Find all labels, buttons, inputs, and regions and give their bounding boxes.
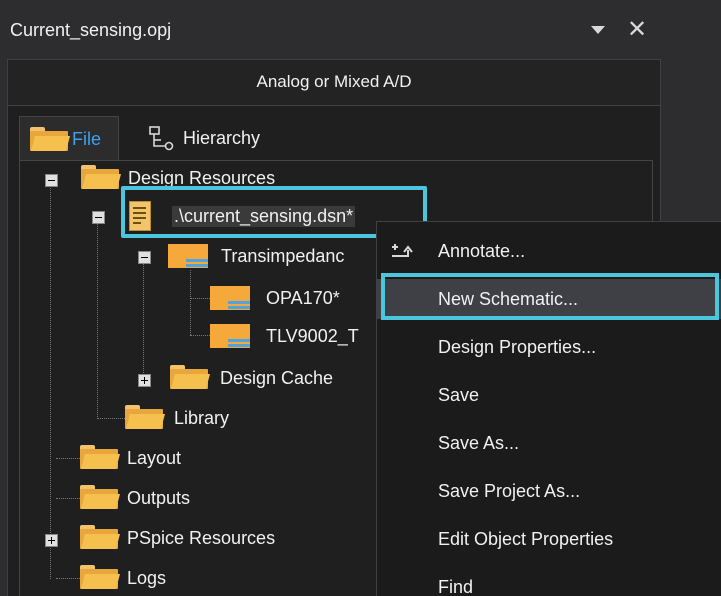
menu-item-edit-object-properties[interactable]: Edit Object Properties	[377, 519, 721, 559]
folder-icon	[30, 127, 71, 151]
tree-line	[190, 270, 191, 335]
tree-line	[97, 216, 98, 419]
tree-item-label: PSpice Resources	[127, 528, 276, 548]
schematic-page-icon	[210, 286, 250, 310]
tree-item-label: Layout	[127, 448, 182, 468]
chevron-down-icon[interactable]	[591, 26, 605, 34]
folder-icon	[81, 165, 122, 189]
menu-item-label: Save As...	[438, 433, 520, 453]
folder-icon	[125, 405, 166, 429]
folder-icon	[170, 365, 211, 389]
tab-hierarchy-label: Hierarchy	[183, 128, 261, 148]
tree-item-label: Design Cache	[220, 368, 334, 388]
panel-header: Analog or Mixed A/D	[8, 60, 660, 106]
menu-item-save-as[interactable]: Save As...	[377, 423, 721, 463]
hierarchy-icon	[149, 126, 174, 151]
close-icon[interactable]: ✕	[627, 15, 647, 44]
tree-line	[56, 498, 82, 499]
tree-item-label: Outputs	[127, 488, 191, 508]
menu-item-label: Save	[438, 385, 480, 405]
tree-line	[190, 298, 210, 299]
tab-file[interactable]: File	[19, 116, 119, 161]
menu-item-find[interactable]: Find	[377, 567, 721, 596]
collapse-icon[interactable]	[45, 174, 58, 187]
folder-icon	[80, 565, 121, 589]
tree-item-label: Library	[174, 408, 230, 428]
collapse-icon[interactable]	[92, 211, 105, 224]
folder-icon	[80, 445, 121, 469]
panel-header-label: Analog or Mixed A/D	[256, 72, 412, 91]
folder-icon	[80, 525, 121, 549]
folder-icon	[80, 485, 121, 509]
tree-item-label: Logs	[127, 568, 167, 588]
menu-item-label: Annotate...	[438, 241, 526, 261]
menu-item-label: Save Project As...	[438, 481, 581, 501]
tab-file-label: File	[72, 129, 102, 149]
tree-line	[56, 578, 82, 579]
expand-icon[interactable]	[45, 534, 58, 547]
tree-item-label: Transimpedanc	[221, 246, 345, 266]
tree-line	[50, 186, 51, 579]
annotate-icon	[392, 244, 413, 257]
menu-item-design-properties[interactable]: Design Properties...	[377, 327, 721, 367]
tree-item-label: TLV9002_T	[266, 326, 359, 346]
collapse-icon[interactable]	[138, 251, 151, 264]
menu-item-save[interactable]: Save	[377, 375, 721, 415]
menu-item-label: Find	[438, 577, 474, 596]
tree-line	[97, 418, 125, 419]
menu-item-save-project-as[interactable]: Save Project As...	[377, 471, 721, 511]
selection-highlight-frame	[381, 273, 719, 320]
tab-hierarchy[interactable]: Hierarchy	[137, 116, 297, 160]
tree-item-label: OPA170*	[266, 288, 340, 308]
menu-item-label: Edit Object Properties	[438, 529, 614, 549]
schematic-folder-icon	[168, 244, 208, 268]
menu-item-annotate[interactable]: Annotate...	[377, 231, 721, 271]
tree-line	[56, 458, 82, 459]
expand-icon[interactable]	[138, 374, 151, 387]
menu-item-label: Design Properties...	[438, 337, 597, 357]
schematic-page-icon	[210, 324, 250, 348]
orcad-project-manager: Current_sensing.opj ✕ Analog or Mixed A/…	[0, 0, 721, 596]
tree-line	[190, 335, 210, 336]
title-bar: Current_sensing.opj ✕	[0, 0, 660, 58]
window-title: Current_sensing.opj	[10, 20, 172, 40]
tree-line	[143, 254, 144, 379]
